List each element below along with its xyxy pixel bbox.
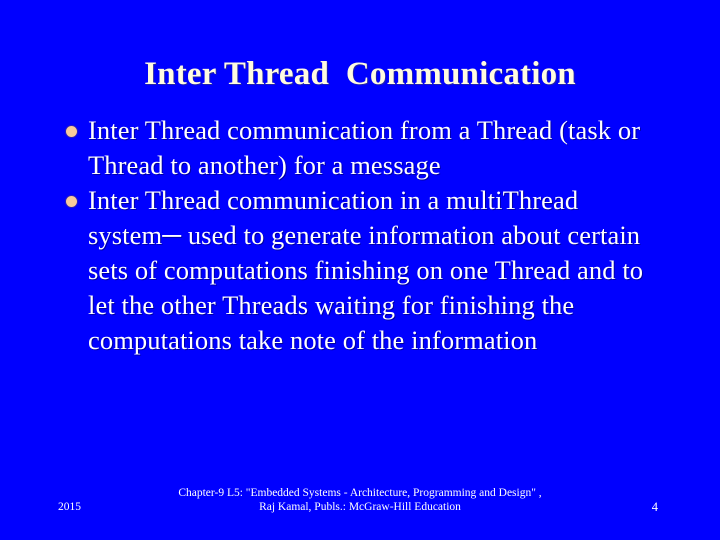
bullet-text: Inter Thread communication from a Thread… <box>88 115 654 180</box>
footer-citation-line-2: Raj Kamal, Publs.: McGraw-Hill Education <box>259 501 461 513</box>
list-item: Inter Thread communication from a Thread… <box>60 113 675 183</box>
bullet-list: Inter Thread communication from a Thread… <box>60 113 675 358</box>
list-item: Inter Thread communication in a multiThr… <box>60 183 675 358</box>
presentation-slide: Inter Thread Communication Inter Thread … <box>0 0 720 540</box>
bullet-text: Inter Thread communication in a multiThr… <box>88 185 650 355</box>
footer-citation: Chapter-9 L5: "Embedded Systems - Archit… <box>110 486 610 514</box>
slide-page-number: 4 <box>651 500 658 514</box>
page-title: Inter Thread Communication <box>144 56 576 92</box>
bullet-circle-icon <box>66 126 77 137</box>
bullet-circle-icon <box>66 196 77 207</box>
footer-citation-line-1: Chapter-9 L5: "Embedded Systems - Archit… <box>178 487 542 499</box>
footer-year: 2015 <box>58 501 81 513</box>
slide-footer: 2015 Chapter-9 L5: "Embedded Systems - A… <box>0 478 720 540</box>
